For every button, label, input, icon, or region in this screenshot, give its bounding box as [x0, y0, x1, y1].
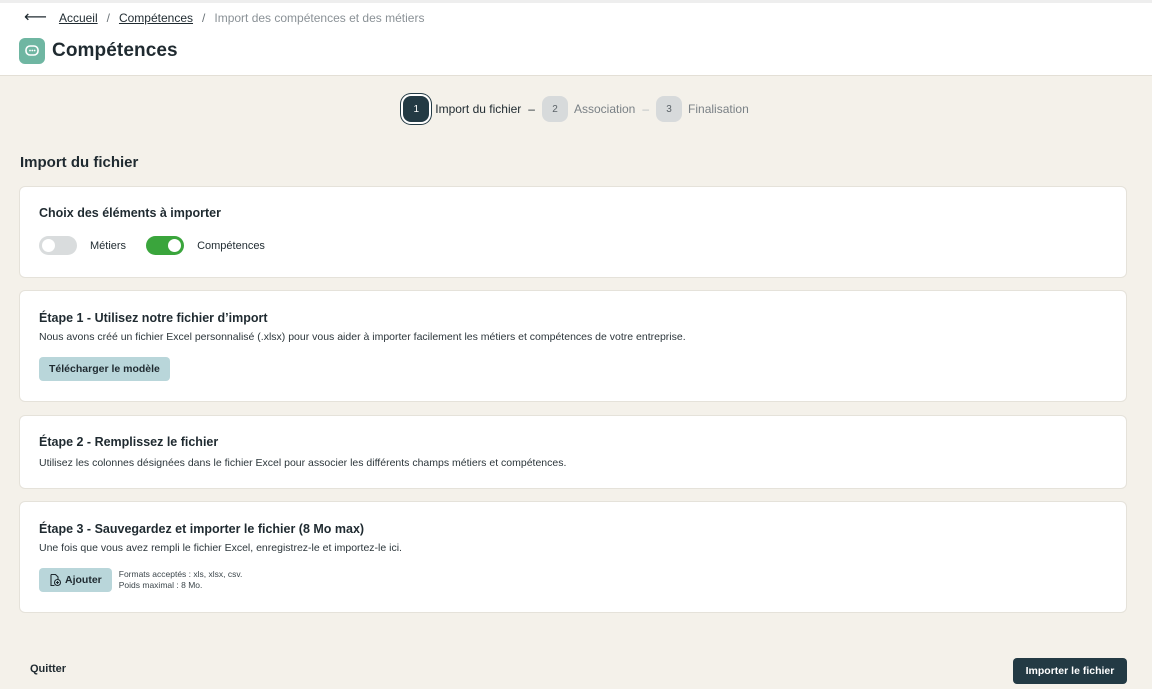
step3-card: Étape 3 - Sauvegardez et importer le fic…	[19, 501, 1127, 613]
toggle-knob	[42, 239, 55, 252]
add-file-button[interactable]: Ajouter	[39, 568, 112, 592]
step-3: 3 Finalisation	[656, 96, 749, 122]
title-row: Compétences	[19, 38, 178, 64]
toggle-knob	[168, 239, 182, 252]
step-label: Finalisation	[688, 102, 749, 116]
breadcrumb-current: Import des compétences et des métiers	[214, 11, 425, 25]
file-add-icon	[48, 573, 62, 587]
page-title: Compétences	[52, 40, 178, 61]
step-1: 1 Import du fichier	[403, 96, 521, 122]
upload-max-size: Poids maximal : 8 Mo.	[118, 580, 203, 590]
card-title: Étape 1 - Utilisez notre fichier d’impor…	[39, 311, 268, 325]
card-text: Nous avons créé un fichier Excel personn…	[39, 331, 686, 343]
step-label: Import du fichier	[435, 102, 522, 116]
card-title: Choix des éléments à importer	[39, 206, 222, 220]
step-connector: –	[642, 102, 650, 116]
upload-formats: Formats acceptés : xls, xlsx, csv.	[118, 569, 243, 579]
step-2: 2 Association	[541, 96, 636, 122]
breadcrumb-separator: /	[106, 11, 110, 25]
upload-hint: Formats acceptés : xls, xlsx, csv. Poids…	[119, 569, 243, 591]
toggle-row: Métiers Compétences	[39, 236, 1107, 255]
competences-toggle-label: Compétences	[197, 239, 265, 252]
step-number: 3	[656, 96, 683, 122]
metiers-toggle-label: Métiers	[90, 239, 127, 252]
upload-row: Ajouter Formats acceptés : xls, xlsx, cs…	[39, 568, 1107, 592]
breadcrumb: ⟵ Accueil / Compétences / Import des com…	[24, 10, 425, 26]
card-text: Une fois que vous avez rempli le fichier…	[39, 542, 402, 554]
section-title: Import du fichier	[20, 154, 139, 171]
step-number: 2	[541, 96, 568, 122]
step1-card: Étape 1 - Utilisez notre fichier d’impor…	[19, 290, 1127, 402]
choice-card: Choix des éléments à importer Métiers Co…	[19, 186, 1127, 278]
breadcrumb-home-link[interactable]: Accueil	[59, 11, 98, 25]
card-text: Utilisez les colonnes désignées dans le …	[39, 457, 567, 469]
step-label: Association	[573, 102, 636, 116]
metiers-toggle[interactable]	[39, 236, 77, 255]
breadcrumb-separator: /	[202, 11, 206, 25]
step-connector: –	[528, 102, 535, 116]
import-file-button[interactable]: Importer le fichier	[1013, 658, 1127, 684]
step-number: 1	[403, 96, 430, 122]
download-template-button[interactable]: Télécharger le modèle	[39, 357, 170, 381]
quit-button[interactable]: Quitter	[30, 663, 66, 675]
competences-toggle[interactable]	[146, 236, 185, 255]
breadcrumb-competences-link[interactable]: Compétences	[119, 11, 193, 25]
chat-bubble-icon	[19, 38, 45, 64]
add-file-button-label: Ajouter	[65, 574, 102, 586]
stepper: 1 Import du fichier – 2 Association – 3 …	[0, 96, 1152, 122]
arrow-left-icon[interactable]: ⟵	[24, 10, 47, 26]
step2-card: Étape 2 - Remplissez le fichier Utilisez…	[19, 415, 1127, 489]
card-title: Étape 3 - Sauvegardez et importer le fic…	[39, 522, 365, 536]
page-header: ⟵ Accueil / Compétences / Import des com…	[0, 0, 1152, 76]
card-title: Étape 2 - Remplissez le fichier	[39, 435, 219, 449]
